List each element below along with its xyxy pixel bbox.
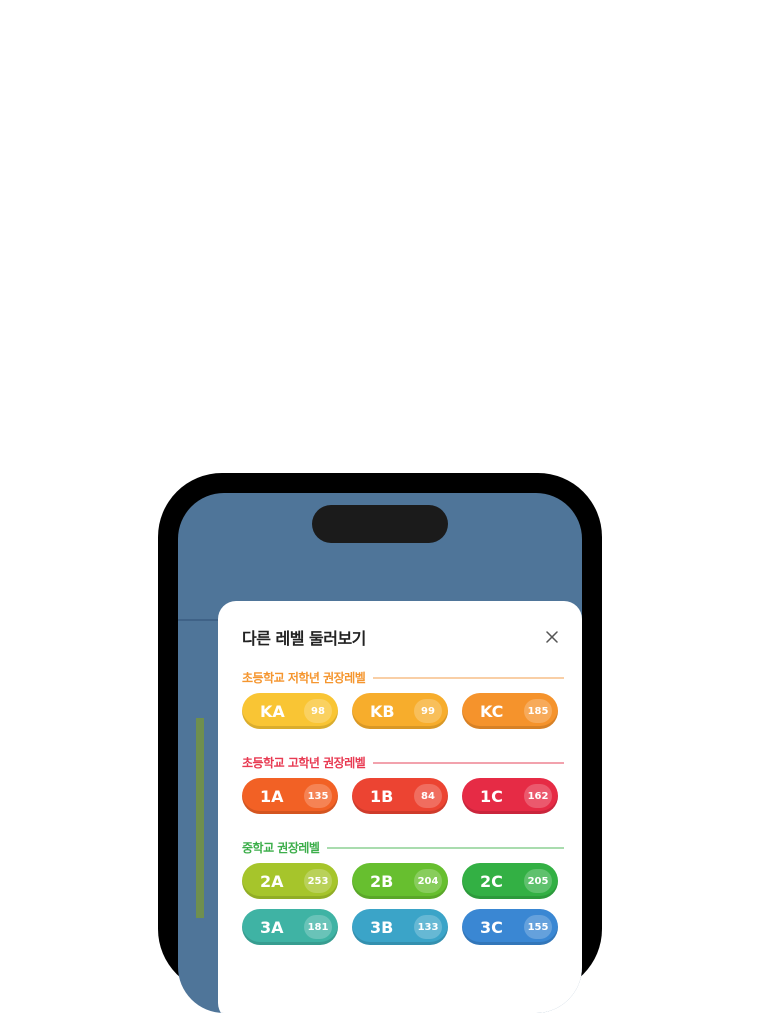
level-pill-3C[interactable]: 3C 155 [462, 909, 558, 945]
level-count-badge: 204 [414, 869, 442, 893]
level-count-badge: 135 [304, 784, 332, 808]
level-pill-2A[interactable]: 2A 253 [242, 863, 338, 899]
section-label: 중학교 권장레벨 [242, 841, 320, 855]
level-count-badge: 84 [414, 784, 442, 808]
section-divider [373, 676, 564, 679]
level-pill-2C[interactable]: 2C 205 [462, 863, 558, 899]
dynamic-island [312, 505, 448, 543]
level-count-badge: 98 [304, 699, 332, 723]
level-code: 3A [260, 917, 284, 937]
level-count-badge: 162 [524, 784, 552, 808]
section-header-elementary-lower: 초등학교 저학년 권장레벨 [242, 669, 564, 686]
close-icon [546, 631, 558, 643]
level-count-badge: 185 [524, 699, 552, 723]
level-code: KC [480, 701, 504, 721]
level-code: 3B [370, 917, 394, 937]
level-count-badge: 181 [304, 915, 332, 939]
level-code: 2A [260, 871, 284, 891]
level-code: 1B [370, 786, 394, 806]
close-button[interactable] [540, 625, 564, 649]
level-pill-KB[interactable]: KB 99 [352, 693, 448, 729]
level-code: 2B [370, 871, 394, 891]
section-header-middle-school: 중학교 권장레벨 [242, 839, 564, 856]
phone-frame: 다른 레벨 둘러보기 초등학교 저학년 권장레벨 KA 98 KB 99 KC [158, 473, 602, 1013]
section-label: 초등학교 저학년 권장레벨 [242, 671, 366, 685]
section-label: 초등학교 고학년 권장레벨 [242, 756, 366, 770]
section-header-elementary-upper: 초등학교 고학년 권장레벨 [242, 754, 564, 771]
level-pill-3B[interactable]: 3B 133 [352, 909, 448, 945]
phone-screen: 다른 레벨 둘러보기 초등학교 저학년 권장레벨 KA 98 KB 99 KC [178, 493, 582, 1013]
section-divider [373, 761, 564, 764]
level-pill-KA[interactable]: KA 98 [242, 693, 338, 729]
level-code: 2C [480, 871, 503, 891]
level-pill-1B[interactable]: 1B 84 [352, 778, 448, 814]
level-count-badge: 99 [414, 699, 442, 723]
level-code: 1A [260, 786, 284, 806]
level-code: 3C [480, 917, 503, 937]
level-code: KA [260, 701, 285, 721]
section-divider [327, 846, 564, 849]
level-count-badge: 253 [304, 869, 332, 893]
level-pill-1C[interactable]: 1C 162 [462, 778, 558, 814]
level-code: KB [370, 701, 395, 721]
level-pill-3A[interactable]: 3A 181 [242, 909, 338, 945]
level-count-badge: 133 [414, 915, 442, 939]
level-count-badge: 205 [524, 869, 552, 893]
level-browser-modal: 다른 레벨 둘러보기 초등학교 저학년 권장레벨 KA 98 KB 99 KC [218, 601, 582, 1013]
background-card-left [196, 718, 204, 918]
level-pill-1A[interactable]: 1A 135 [242, 778, 338, 814]
level-count-badge: 155 [524, 915, 552, 939]
level-pill-2B[interactable]: 2B 204 [352, 863, 448, 899]
level-pill-KC[interactable]: KC 185 [462, 693, 558, 729]
level-code: 1C [480, 786, 503, 806]
modal-title: 다른 레벨 둘러보기 [242, 629, 366, 648]
